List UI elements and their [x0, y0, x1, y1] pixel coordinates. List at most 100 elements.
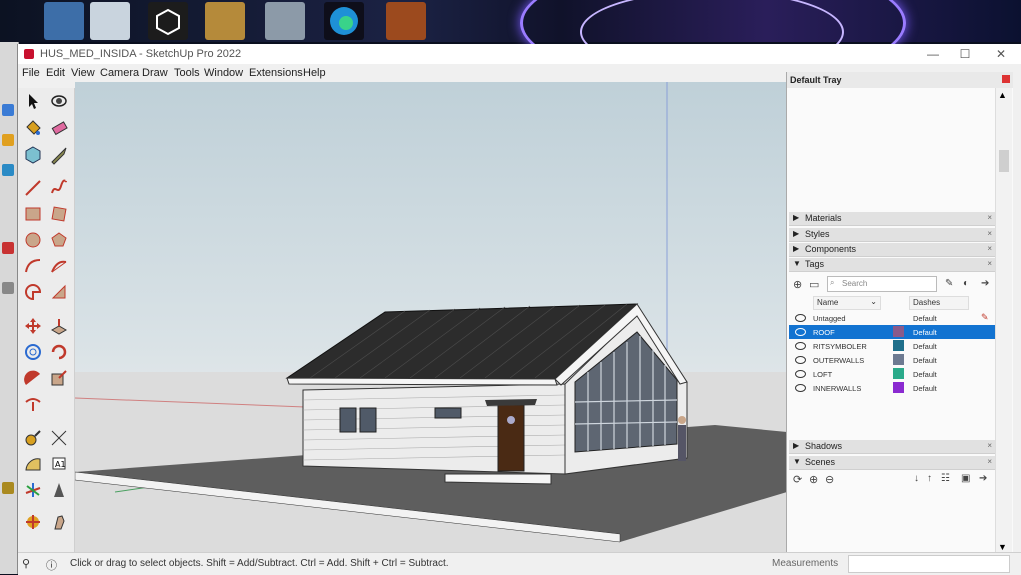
three-point-arc-icon[interactable] [49, 282, 69, 302]
eraser-tool-icon[interactable] [49, 118, 69, 138]
tag-settings-icon[interactable]: ◐ [963, 278, 969, 289]
follow-me-icon[interactable] [49, 342, 69, 362]
remove-scene-icon[interactable]: ⊖ [825, 473, 834, 486]
scroll-up-icon[interactable]: ▲ [998, 90, 1007, 100]
orbit-tool-icon[interactable] [49, 91, 69, 111]
scroll-thumb[interactable] [999, 150, 1009, 172]
two-point-arc-icon[interactable] [49, 256, 69, 276]
tray-close-icon[interactable] [1002, 75, 1010, 83]
credits-icon[interactable]: ⚲ [22, 557, 30, 570]
tag-color-swatch[interactable] [893, 326, 904, 337]
tag-dashes[interactable]: Default [913, 384, 937, 393]
tag-dashes[interactable]: Default [913, 342, 937, 351]
section-plane-icon[interactable] [23, 512, 43, 532]
rotated-rectangle-icon[interactable] [49, 204, 69, 224]
title-bar[interactable]: HUS_MED_INSIDA - SketchUp Pro 2022 — ☐ ✕ [18, 44, 1021, 64]
move-scene-down-icon[interactable]: ↓ [914, 473, 919, 484]
menu-help[interactable]: Help [303, 67, 326, 79]
walk-tool-icon[interactable] [49, 512, 69, 532]
menu-file[interactable]: File [22, 67, 40, 79]
3d-text-icon[interactable] [49, 480, 69, 500]
tag-dashes[interactable]: Default [913, 356, 937, 365]
freehand-tool-icon[interactable] [49, 178, 69, 198]
tag-dashes[interactable]: Default [913, 314, 937, 323]
color-by-tag-icon[interactable]: ✎ [945, 278, 953, 289]
close-icon[interactable]: × [987, 441, 992, 450]
arc-tool-icon[interactable] [23, 256, 43, 276]
menu-window[interactable]: Window [204, 67, 243, 79]
tray-scrollbar[interactable]: ▲ ▼ [995, 88, 1012, 554]
close-icon[interactable]: × [987, 213, 992, 222]
close-icon[interactable]: × [987, 229, 992, 238]
menu-edit[interactable]: Edit [46, 67, 65, 79]
tape-measure-icon[interactable] [23, 428, 43, 448]
tag-row-roof[interactable]: ROOF Default [789, 325, 995, 339]
section-shadows[interactable]: ▶ Shadows × [789, 440, 995, 454]
tray-title-bar[interactable]: Default Tray [787, 72, 1013, 88]
minimize-button[interactable]: — [918, 46, 948, 62]
tag-row-innerwalls[interactable]: INNERWALLS Default [789, 381, 995, 395]
offset-tool-icon[interactable] [49, 368, 69, 388]
move-scene-up-icon[interactable]: ↑ [927, 473, 932, 484]
column-header-name[interactable]: Name ⌄ [813, 296, 881, 310]
measurements-input[interactable] [848, 555, 1010, 573]
tag-dashes[interactable]: Default [913, 328, 937, 337]
info-icon[interactable]: ⓘ [46, 557, 57, 573]
close-icon[interactable]: × [987, 457, 992, 466]
visibility-eye-icon[interactable] [795, 384, 806, 392]
line-tool-icon[interactable] [23, 178, 43, 198]
tag-color-swatch[interactable] [893, 354, 904, 365]
component-icon[interactable] [23, 145, 43, 165]
tag-row-ritsymboler[interactable]: RITSYMBOLER Default [789, 339, 995, 353]
close-icon[interactable]: × [987, 259, 992, 268]
close-icon[interactable]: × [987, 244, 992, 253]
follow-curve-icon[interactable] [23, 394, 43, 414]
scale-tool-icon[interactable] [23, 368, 43, 388]
visibility-eye-icon[interactable] [795, 356, 806, 364]
visibility-eye-icon[interactable] [795, 314, 806, 322]
protractor-icon[interactable] [23, 454, 43, 474]
menu-tools[interactable]: Tools [174, 67, 200, 79]
details-arrow-icon[interactable]: ➔ [981, 278, 989, 289]
unity-icon[interactable] [148, 2, 188, 40]
desktop-icon-1[interactable] [44, 2, 84, 40]
scene-settings-icon[interactable]: ▣ [961, 473, 970, 484]
menu-view[interactable]: View [71, 67, 95, 79]
select-tool-icon[interactable] [23, 91, 43, 111]
pie-tool-icon[interactable] [23, 282, 43, 302]
add-tag-icon[interactable]: ⊕ [793, 278, 802, 291]
move-tool-icon[interactable] [23, 316, 43, 336]
add-scene-icon[interactable]: ⊕ [809, 473, 818, 486]
rectangle-tool-icon[interactable] [23, 204, 43, 224]
menu-draw[interactable]: Draw [142, 67, 168, 79]
axes-tool-icon[interactable] [23, 480, 43, 500]
add-tag-folder-icon[interactable]: ▭ [809, 278, 819, 291]
tag-row-outerwalls[interactable]: OUTERWALLS Default [789, 353, 995, 367]
section-styles[interactable]: ▶ Styles × [789, 228, 995, 242]
tag-search-input[interactable]: ⌕ Search [827, 276, 937, 292]
tag-dashes[interactable]: Default [913, 370, 937, 379]
rotate-tool-icon[interactable] [23, 342, 43, 362]
push-pull-icon[interactable] [49, 316, 69, 336]
tag-row-untagged[interactable]: Untagged Default ✎ [789, 311, 995, 325]
section-tags[interactable]: ▼ Tags × [789, 258, 995, 272]
house-model[interactable] [75, 82, 787, 552]
column-header-dashes[interactable]: Dashes [909, 296, 969, 310]
circle-tool-icon[interactable] [23, 230, 43, 250]
scroll-down-icon[interactable]: ▼ [998, 542, 1007, 552]
desktop-icon-2[interactable] [90, 2, 130, 40]
maximize-button[interactable]: ☐ [950, 46, 980, 62]
tag-tool-icon[interactable] [49, 145, 69, 165]
paint-bucket-icon[interactable] [23, 118, 43, 138]
refresh-scene-icon[interactable]: ⟳ [793, 473, 802, 486]
tag-color-swatch[interactable] [893, 368, 904, 379]
dosbox-icon[interactable] [386, 2, 426, 40]
tag-row-loft[interactable]: LOFT Default [789, 367, 995, 381]
tag-color-swatch[interactable] [893, 340, 904, 351]
menu-extensions[interactable]: Extensions [249, 67, 303, 79]
close-button[interactable]: ✕ [986, 46, 1016, 62]
books-icon[interactable] [205, 2, 245, 40]
dimension-tool-icon[interactable] [49, 428, 69, 448]
tag-color-swatch[interactable] [893, 382, 904, 393]
section-scenes[interactable]: ▼ Scenes × [789, 456, 995, 470]
